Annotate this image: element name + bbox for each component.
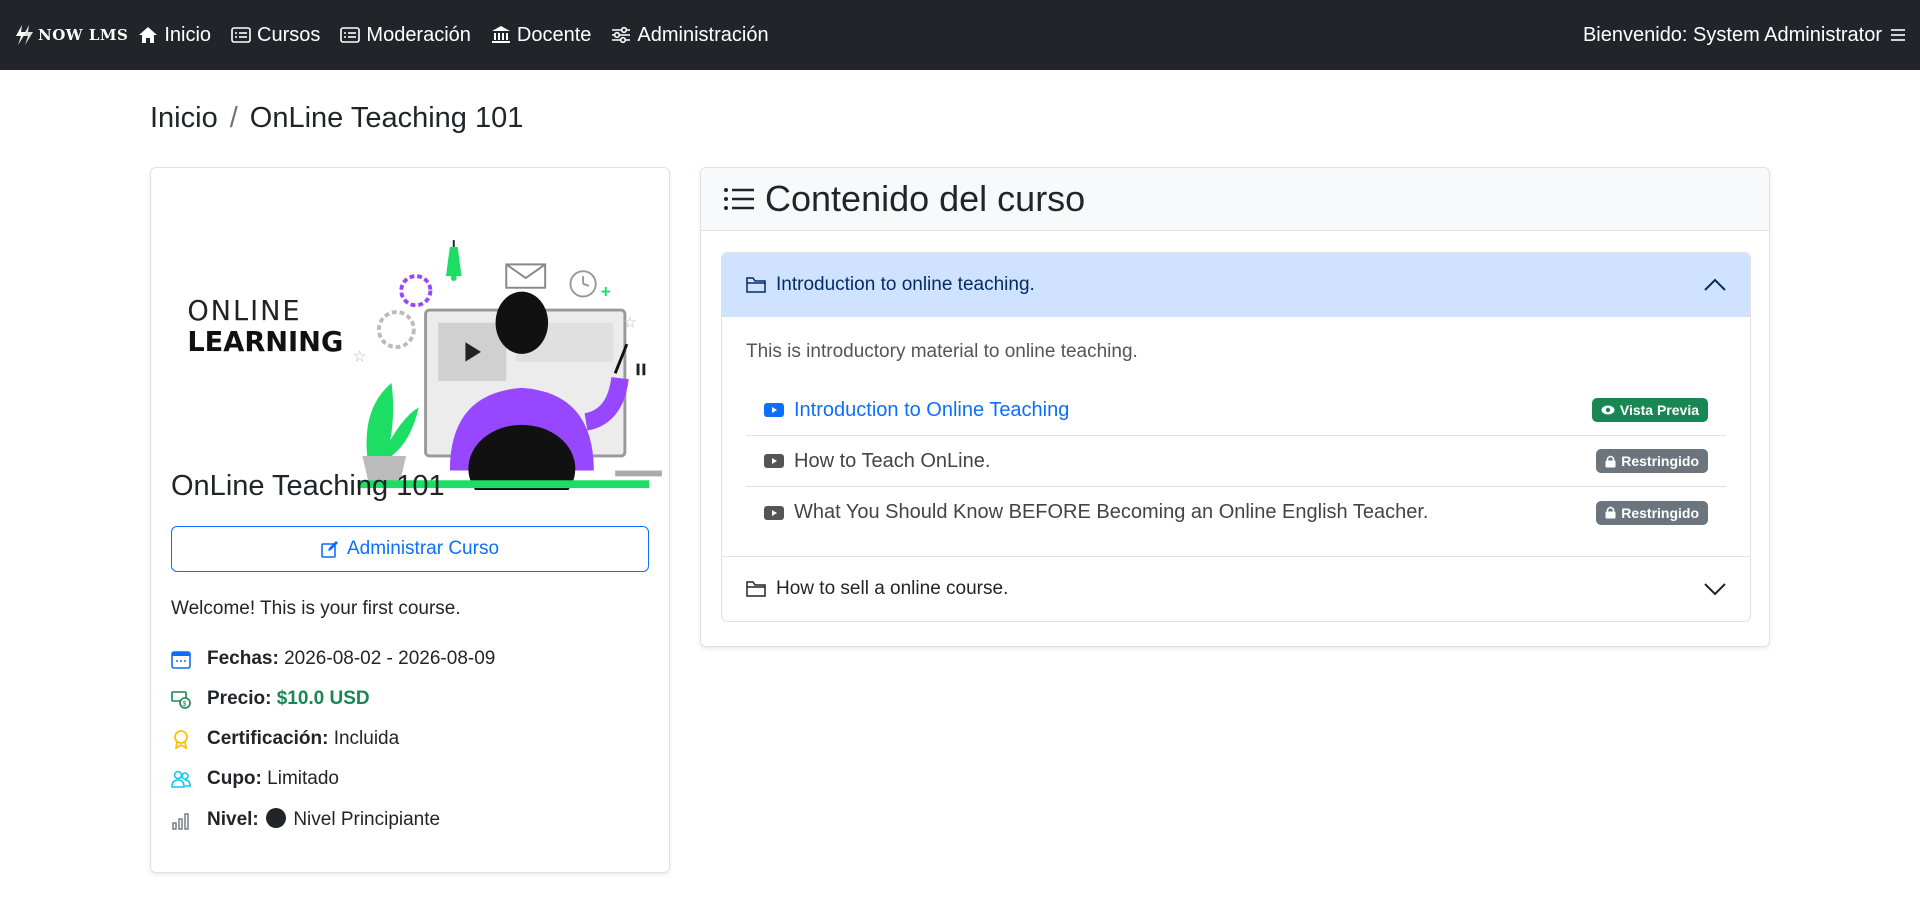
restricted-badge: Restringido — [1596, 500, 1708, 525]
top-navbar: NOW LMS Inicio Cursos Moderación Docente… — [0, 0, 1920, 70]
restricted-badge-label: Restringido — [1621, 453, 1699, 469]
pencil-square-icon — [321, 541, 338, 558]
nav-administracion[interactable]: Administración — [611, 23, 769, 47]
info-seats: Cupo: Limitado — [171, 768, 339, 790]
cert-value: Incluida — [333, 728, 400, 749]
youtube-icon — [764, 505, 784, 520]
svg-text:☆: ☆ — [353, 349, 367, 366]
section-2-header[interactable]: How to sell a online course. — [722, 557, 1750, 621]
breadcrumb-home[interactable]: Inicio — [150, 102, 218, 135]
nav-moderacion[interactable]: Moderación — [340, 24, 471, 47]
sliders-icon — [612, 26, 631, 44]
course-description: Welcome! This is your first course. — [171, 598, 461, 619]
bar-chart-icon — [172, 812, 189, 830]
nav-administracion-label: Administración — [637, 23, 769, 46]
breadcrumb: Inicio / OnLine Teaching 101 — [150, 102, 523, 135]
cert-label: Certificación: — [207, 728, 329, 749]
content-header: Contenido del curso — [701, 168, 1769, 231]
calendar-icon — [171, 651, 191, 669]
chevron-down-icon[interactable] — [1704, 582, 1726, 596]
nav-docente[interactable]: Docente — [491, 23, 592, 47]
bolt-logo-icon — [16, 25, 33, 45]
award-icon — [174, 730, 188, 749]
lock-icon — [1605, 506, 1616, 519]
card-list-icon — [340, 27, 361, 43]
course-content-card: Contenido del curso Introduction to onli… — [700, 167, 1770, 647]
course-title: OnLine Teaching 101 — [171, 470, 445, 502]
lesson-row[interactable]: What You Should Know BEFORE Becoming an … — [746, 487, 1726, 538]
nav-cursos[interactable]: Cursos — [231, 24, 320, 47]
cash-coin-icon: $ — [171, 691, 191, 709]
nav-moderacion-label: Moderación — [366, 23, 471, 46]
lesson-title: How to Teach OnLine. — [794, 449, 991, 472]
manage-course-label: Administrar Curso — [346, 538, 500, 559]
svg-text:$: $ — [183, 701, 187, 708]
level-dot-icon — [266, 808, 287, 828]
section-1-header[interactable]: Introduction to online teaching. — [722, 253, 1750, 317]
restricted-badge-label: Restringido — [1621, 504, 1699, 521]
lesson-row[interactable]: Introduction to Online Teaching Vista Pr… — [746, 385, 1726, 436]
info-level: Nivel: Nivel Principiante — [171, 808, 440, 831]
svg-text:☆: ☆ — [623, 315, 637, 332]
breadcrumb-current: OnLine Teaching 101 — [249, 102, 524, 134]
hamburger-icon[interactable] — [1890, 27, 1906, 43]
youtube-icon — [764, 403, 784, 417]
welcome-text: Bienvenido: System Administrator — [1582, 23, 1882, 46]
dates-value: 2026-08-02 - 2026-08-09 — [284, 648, 496, 669]
folder-icon — [746, 581, 766, 597]
course-card: ONLINE LEARNING + ☆ ☆ OnLine Teaching 10… — [150, 167, 670, 873]
breadcrumb-separator: / — [229, 102, 238, 134]
eye-icon — [1601, 405, 1615, 415]
nav-cursos-label: Cursos — [257, 23, 321, 46]
user-menu[interactable]: Bienvenido: System Administrator — [1583, 24, 1906, 47]
svg-text:+: + — [601, 281, 611, 301]
lesson-row[interactable]: How to Teach OnLine. Restringido — [746, 436, 1726, 487]
info-price: $ Precio: $10.0 USD — [171, 688, 370, 710]
lesson-title: What You Should Know BEFORE Becoming an … — [794, 501, 1429, 523]
preview-badge: Vista Previa — [1591, 398, 1708, 422]
course-sections-accordion: Introduction to online teaching. This is… — [721, 252, 1751, 622]
level-label: Nivel: — [207, 809, 259, 830]
course-illustration: ONLINE LEARNING + ☆ ☆ — [187, 240, 662, 490]
lesson-title[interactable]: Introduction to Online Teaching — [794, 399, 1069, 422]
nav-inicio-label: Inicio — [164, 23, 212, 46]
restricted-badge: Restringido — [1596, 449, 1708, 473]
people-icon — [171, 770, 191, 788]
bank-icon — [491, 26, 510, 43]
price-label: Precio: — [207, 688, 272, 709]
home-icon — [139, 27, 158, 43]
dates-label: Fechas: — [207, 648, 279, 669]
image-text-online: ONLINE — [187, 296, 301, 327]
brand-logo[interactable]: NOW LMS — [14, 24, 128, 46]
seats-label: Cupo: — [207, 768, 262, 789]
nav-docente-label: Docente — [516, 23, 592, 46]
preview-badge-label: Vista Previa — [1619, 402, 1699, 418]
card-list-icon — [231, 27, 251, 43]
brand-name: NOW LMS — [38, 26, 129, 44]
nav-inicio[interactable]: Inicio — [138, 24, 211, 47]
folder-icon — [746, 277, 766, 293]
chevron-up-icon[interactable] — [1704, 278, 1726, 292]
info-certification: Certificación: Incluida — [171, 728, 399, 750]
info-dates: Fechas: 2026-08-02 - 2026-08-09 — [171, 648, 495, 670]
section-1-title: Introduction to online teaching. — [776, 274, 1035, 295]
section-1-body: This is introductory material to online … — [722, 317, 1750, 557]
level-value: Nivel Principiante — [293, 809, 441, 830]
list-icon — [724, 188, 754, 210]
price-value: $10.0 USD — [276, 688, 370, 709]
lock-icon — [1605, 455, 1616, 467]
section-2-title: How to sell a online course. — [776, 578, 1009, 599]
content-title: Contenido del curso — [765, 178, 1086, 219]
manage-course-button[interactable]: Administrar Curso — [171, 526, 649, 572]
image-text-learning: LEARNING — [187, 327, 343, 358]
seats-value: Limitado — [267, 768, 339, 789]
section-1-description: This is introductory material to online … — [746, 341, 1138, 362]
youtube-icon — [764, 454, 784, 468]
